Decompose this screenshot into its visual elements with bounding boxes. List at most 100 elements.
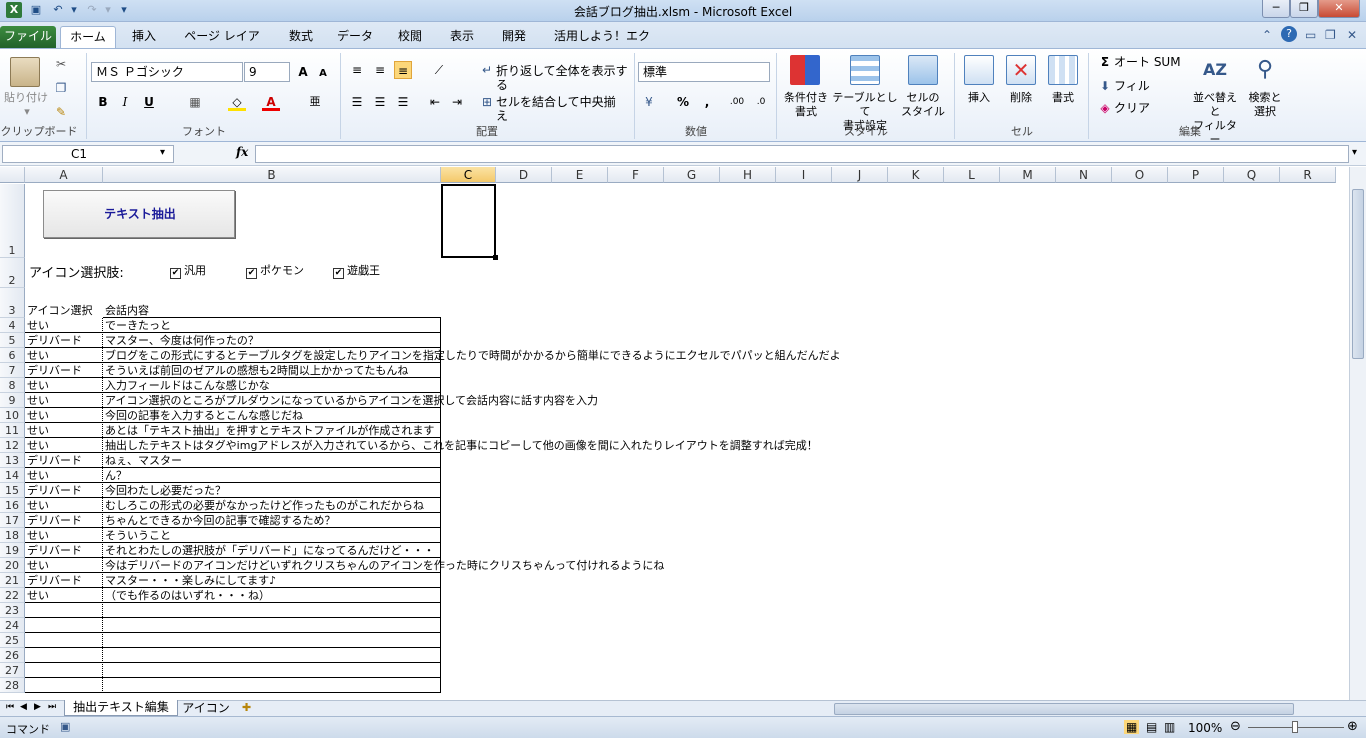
cell-a15[interactable]: デリバード	[25, 483, 103, 498]
phonetic-icon[interactable]: 亜	[306, 93, 324, 111]
worksheet-grid[interactable]: A B C D E F G H I J K L M N O P Q R 1 2 3 4 5 6 7 8 9 10 11 12 13 14 15 1…	[0, 167, 1349, 701]
tab-file[interactable]: ファイル	[0, 26, 56, 48]
cell-b19[interactable]: それとわたしの選択肢が「デリバード」になってるんだけど・・・	[103, 543, 434, 558]
cut-icon[interactable]: ✂	[52, 55, 70, 73]
page-layout-view-icon[interactable]: ▤	[1146, 720, 1157, 734]
insert-cells-button[interactable]: 挿入	[960, 91, 998, 105]
delete-cells-icon[interactable]: ✕	[1006, 55, 1036, 85]
cell-a17[interactable]: デリバード	[25, 513, 103, 528]
cell-b8[interactable]: 入力フィールドはこんな感じかな	[103, 378, 270, 393]
fill-icon[interactable]: ⬇	[1096, 77, 1114, 95]
cell-a19[interactable]: デリバード	[25, 543, 103, 558]
tab-data[interactable]: データ	[332, 26, 378, 48]
conditional-format-button[interactable]: 条件付き 書式	[780, 91, 832, 119]
font-color-icon[interactable]: A	[262, 93, 280, 111]
row-header-10[interactable]: 10	[0, 408, 25, 423]
cell-a23[interactable]	[25, 603, 103, 618]
row-header-15[interactable]: 15	[0, 483, 25, 498]
underline-button[interactable]: U	[140, 93, 158, 111]
ribbon-minimize-icon[interactable]: ⌃	[1262, 28, 1272, 42]
row-header-7[interactable]: 7	[0, 363, 25, 378]
increase-decimal-icon[interactable]: .00	[728, 93, 746, 111]
name-box-dropdown-icon[interactable]: ▾	[160, 147, 165, 158]
format-painter-icon[interactable]: ✎	[52, 103, 70, 121]
align-center-icon[interactable]: ☰	[371, 93, 389, 111]
column-header-h[interactable]: H	[720, 167, 776, 183]
cell-a11[interactable]: せい	[25, 423, 103, 438]
decrease-decimal-icon[interactable]: .0	[752, 93, 770, 111]
column-header-r[interactable]: R	[1280, 167, 1336, 183]
help-icon[interactable]: ?	[1281, 26, 1297, 42]
column-header-p[interactable]: P	[1168, 167, 1224, 183]
cell-b14[interactable]: ん？	[103, 468, 127, 483]
grow-font-icon[interactable]: A	[294, 63, 312, 81]
row-header-27[interactable]: 27	[0, 663, 25, 678]
bold-button[interactable]: B	[94, 93, 112, 111]
tab-view[interactable]: 表示	[442, 26, 482, 48]
percent-button[interactable]: %	[674, 93, 692, 111]
insert-function-icon[interactable]: fx	[236, 145, 248, 159]
page-break-view-icon[interactable]: ▥	[1164, 720, 1175, 734]
copy-icon[interactable]: ❐	[52, 79, 70, 97]
cell-b6[interactable]: ブログをこの形式にするとテーブルタグを設定したりアイコンを指定したりで時間がかか…	[103, 348, 841, 363]
sheet-nav-last-icon[interactable]: ⏭	[48, 702, 56, 712]
format-cells-button[interactable]: 書式	[1044, 91, 1082, 105]
clear-button[interactable]: クリア	[1114, 101, 1154, 115]
column-header-n[interactable]: N	[1056, 167, 1112, 183]
sheet-tab-icon[interactable]: アイコン	[180, 701, 232, 716]
row-header-6[interactable]: 6	[0, 348, 25, 363]
column-header-g[interactable]: G	[664, 167, 720, 183]
cell-a20[interactable]: せい	[25, 558, 103, 573]
minimize-button[interactable]: ─	[1262, 0, 1290, 18]
normal-view-icon[interactable]: ▦	[1124, 720, 1140, 734]
cell-b24[interactable]	[103, 618, 105, 633]
cell-a21[interactable]: デリバード	[25, 573, 103, 588]
row-header-1[interactable]: 1	[0, 184, 25, 258]
align-middle-icon[interactable]: ≡	[371, 61, 389, 79]
column-header-c[interactable]: C	[441, 167, 496, 183]
cell-b5[interactable]: マスター、今度は何作ったの？	[103, 333, 259, 348]
cell-a25[interactable]	[25, 633, 103, 648]
delete-cells-button[interactable]: 削除	[1002, 91, 1040, 105]
row-header-23[interactable]: 23	[0, 603, 25, 618]
maximize-button[interactable]: ❐	[1290, 0, 1318, 18]
tab-review[interactable]: 校閲	[390, 26, 430, 48]
cell-b9[interactable]: アイコン選択のところがプルダウンになっているからアイコンを選択して会話内容に話す…	[103, 393, 598, 408]
checkbox-3[interactable]: ✔ 遊戯王	[331, 263, 380, 279]
vertical-scroll-thumb[interactable]	[1352, 189, 1364, 359]
cell-b10[interactable]: 今回の記事を入力するとこんな感じだね	[103, 408, 303, 423]
close-button[interactable]: ✕	[1318, 0, 1360, 18]
column-header-a[interactable]: A	[25, 167, 103, 183]
row-header-5[interactable]: 5	[0, 333, 25, 348]
cell-styles-button[interactable]: セルの スタイル	[898, 91, 948, 119]
cell-b7[interactable]: そういえば前回のゼアルの感想も2時間以上かかってたもんね	[103, 363, 408, 378]
conditional-format-icon[interactable]	[790, 55, 820, 85]
horizontal-scroll-thumb[interactable]	[834, 703, 1294, 715]
row-header-13[interactable]: 13	[0, 453, 25, 468]
find-select-icon[interactable]: ⚲	[1250, 55, 1280, 85]
find-select-button[interactable]: 検索と 選択	[1244, 91, 1286, 119]
clear-icon[interactable]: ◈	[1096, 99, 1114, 117]
cell-a6[interactable]: せい	[25, 348, 103, 363]
extract-text-button[interactable]: テキスト抽出	[43, 190, 235, 238]
cell-b15[interactable]: 今回わたし必要だった？	[103, 483, 226, 498]
format-as-table-icon[interactable]	[850, 55, 880, 85]
comma-button[interactable]: ,	[698, 93, 716, 111]
currency-icon[interactable]: ¥	[640, 93, 658, 111]
paste-button[interactable]: 貼り付け	[4, 91, 48, 105]
cell-b18[interactable]: そういうこと	[103, 528, 171, 543]
align-left-icon[interactable]: ☰	[348, 93, 366, 111]
row-header-18[interactable]: 18	[0, 528, 25, 543]
row-header-19[interactable]: 19	[0, 543, 25, 558]
fill-button[interactable]: フィル	[1114, 79, 1154, 93]
checkbox-box-icon[interactable]: ✔	[333, 268, 344, 279]
sheet-nav-prev-icon[interactable]: ◀	[20, 702, 27, 712]
cell-a16[interactable]: せい	[25, 498, 103, 513]
sort-filter-icon[interactable]: AZ	[1200, 55, 1230, 85]
cell-b26[interactable]	[103, 648, 105, 663]
sheet-nav-first-icon[interactable]: ⏮	[6, 702, 14, 712]
cell-a27[interactable]	[25, 663, 103, 678]
checkbox-box-icon[interactable]: ✔	[170, 268, 181, 279]
checkbox-box-icon[interactable]: ✔	[246, 268, 257, 279]
align-top-icon[interactable]: ≡	[348, 61, 366, 79]
